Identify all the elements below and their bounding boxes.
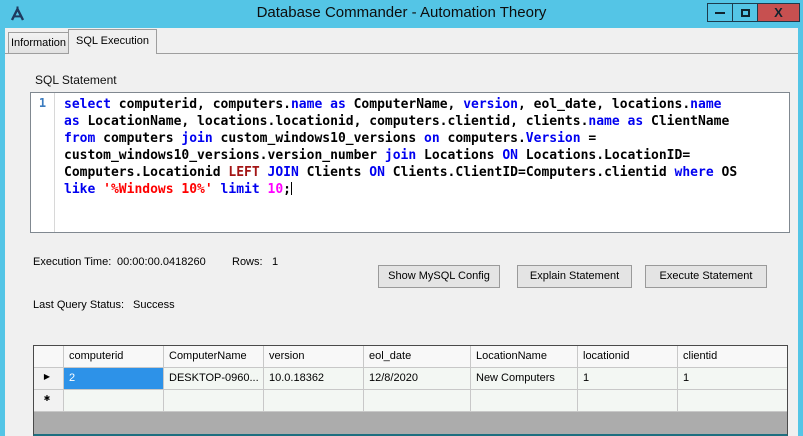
data-cell-clientid[interactable]: 1: [678, 368, 787, 390]
text-caret: [291, 182, 292, 195]
data-cell-computername[interactable]: DESKTOP-0960...: [164, 368, 264, 390]
new-row: ✱: [34, 390, 787, 412]
rows-label: Rows:: [232, 256, 263, 268]
table-row: ▶ 2 DESKTOP-0960... 10.0.18362 12/8/2020…: [34, 368, 787, 390]
data-cell-eol-date[interactable]: 12/8/2020: [364, 368, 471, 390]
maximize-icon: [741, 9, 750, 17]
data-cell-computerid[interactable]: 2: [64, 368, 164, 390]
empty-cell[interactable]: [164, 390, 264, 412]
row-selector[interactable]: ▶: [34, 368, 64, 390]
last-query-status-value: Success: [133, 299, 175, 311]
code-line: as LocationName, locations.locationid, c…: [64, 113, 785, 130]
results-grid: computerid ComputerName version eol_date…: [33, 345, 788, 436]
code-line: like '%Windows 10%' limit 10;: [64, 181, 785, 198]
code-line: select computerid, computers.name as Com…: [64, 96, 785, 113]
execution-time-value: 00:00:00.0418260: [117, 256, 206, 268]
column-header-version[interactable]: version: [264, 346, 364, 368]
column-header-eol-date[interactable]: eol_date: [364, 346, 471, 368]
caption-buttons: X: [708, 3, 800, 22]
window-title: Database Commander - Automation Theory: [0, 4, 803, 21]
grid-header-row: computerid ComputerName version eol_date…: [34, 346, 787, 368]
tab-sql-execution[interactable]: SQL Execution: [68, 29, 157, 54]
line-number-gutter: 1: [31, 93, 55, 232]
sql-statement-label: SQL Statement: [35, 73, 117, 87]
close-button[interactable]: X: [757, 3, 800, 22]
rows-value: 1: [272, 256, 278, 268]
grid-corner-cell[interactable]: [34, 346, 64, 368]
column-header-computerid[interactable]: computerid: [64, 346, 164, 368]
line-number: 1: [39, 96, 46, 110]
column-header-locationname[interactable]: LocationName: [471, 346, 578, 368]
new-row-selector[interactable]: ✱: [34, 390, 64, 412]
tab-information[interactable]: Information: [8, 32, 69, 53]
close-icon: X: [774, 6, 783, 19]
minimize-icon: [715, 12, 725, 14]
minimize-button[interactable]: [707, 3, 733, 22]
empty-cell[interactable]: [264, 390, 364, 412]
execute-statement-button[interactable]: Execute Statement: [645, 265, 767, 288]
empty-cell[interactable]: [364, 390, 471, 412]
data-cell-locationname[interactable]: New Computers: [471, 368, 578, 390]
execution-time-label: Execution Time:: [33, 256, 111, 268]
code-line: custom_windows10_versions.version_number…: [64, 147, 785, 164]
window-client-area: Information SQL Execution SQL Statement …: [5, 28, 798, 436]
data-cell-locationid[interactable]: 1: [578, 368, 678, 390]
explain-statement-button[interactable]: Explain Statement: [517, 265, 632, 288]
code-line: from computers join custom_windows10_ver…: [64, 130, 785, 147]
empty-cell[interactable]: [471, 390, 578, 412]
last-query-status-label: Last Query Status:: [33, 299, 124, 311]
data-cell-version[interactable]: 10.0.18362: [264, 368, 364, 390]
sql-editor[interactable]: 1 select computerid, computers.name as C…: [30, 92, 790, 233]
empty-cell[interactable]: [578, 390, 678, 412]
empty-cell[interactable]: [64, 390, 164, 412]
maximize-button[interactable]: [732, 3, 758, 22]
show-mysql-config-button[interactable]: Show MySQL Config: [378, 265, 500, 288]
sql-code[interactable]: select computerid, computers.name as Com…: [56, 93, 789, 232]
column-header-computername[interactable]: ComputerName: [164, 346, 264, 368]
empty-cell[interactable]: [678, 390, 787, 412]
column-header-clientid[interactable]: clientid: [678, 346, 787, 368]
title-bar: Database Commander - Automation Theory X: [0, 0, 803, 28]
code-line: Computers.Locationid LEFT JOIN Clients O…: [64, 164, 785, 181]
column-header-locationid[interactable]: locationid: [578, 346, 678, 368]
